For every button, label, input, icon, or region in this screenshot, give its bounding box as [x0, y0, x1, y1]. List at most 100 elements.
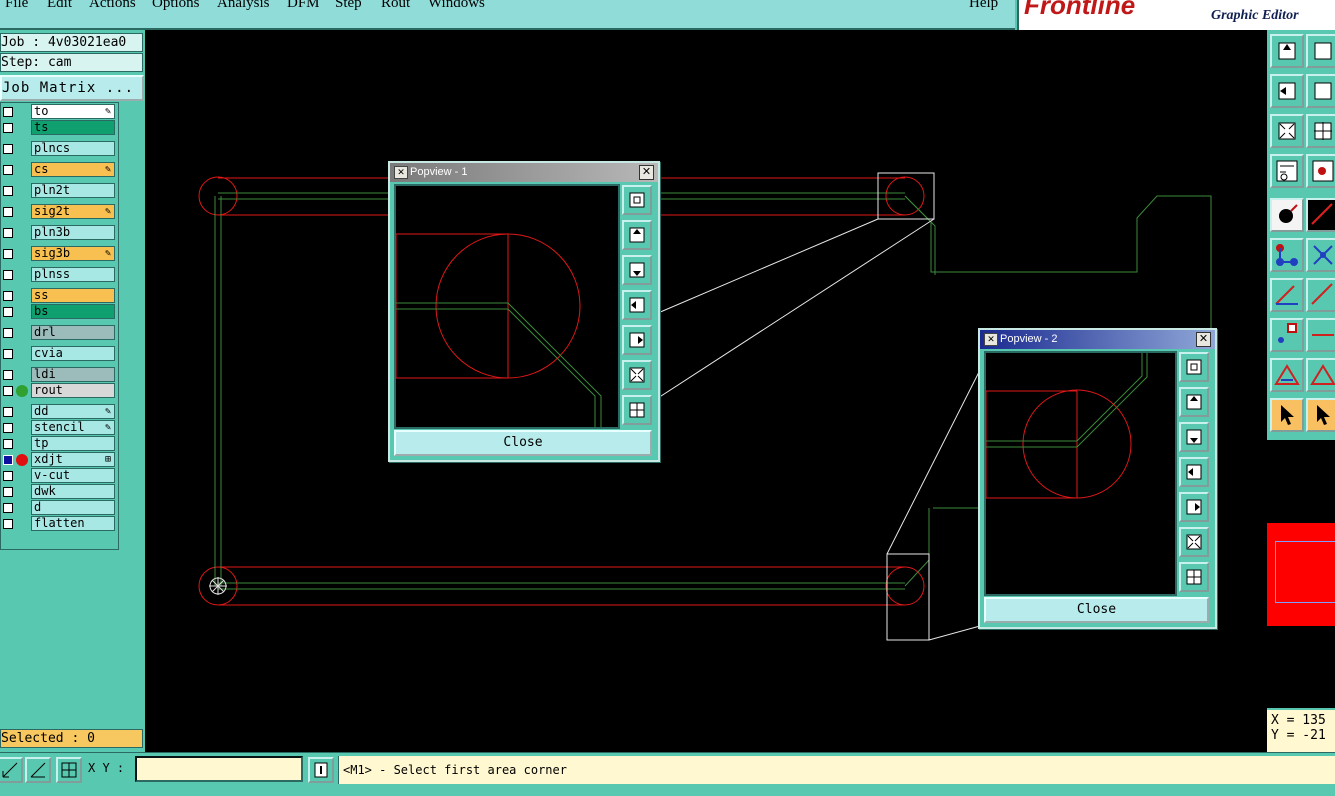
popview-1-titlebar[interactable]: ✕ Popview - 1 ✕ [390, 163, 658, 182]
window-menu-icon[interactable]: ✕ [984, 333, 998, 346]
layer-name[interactable]: d [31, 500, 115, 515]
zoom-out-icon[interactable] [622, 395, 652, 425]
menu-rout[interactable]: Rout [381, 0, 410, 12]
layer-name[interactable]: pln2t [31, 183, 115, 198]
layer-checkbox[interactable] [3, 186, 13, 196]
layer-name[interactable]: cs ✎ [31, 162, 115, 177]
pan-left-icon[interactable] [622, 290, 652, 320]
layer-name[interactable]: plnss [31, 267, 115, 282]
layer-checkbox[interactable] [3, 249, 13, 259]
layer-checkbox[interactable] [3, 144, 13, 154]
menu-analysis[interactable]: Analysis [217, 0, 270, 12]
pan-down-icon[interactable] [1179, 422, 1209, 452]
snap-icon[interactable] [0, 757, 23, 783]
popview-2-viewport[interactable] [984, 351, 1177, 596]
fit-view-icon[interactable] [1179, 352, 1209, 382]
layer-checkbox[interactable] [3, 291, 13, 301]
zoom-in-icon[interactable] [622, 360, 652, 390]
layer-checkbox[interactable] [3, 107, 13, 117]
layer-checkbox[interactable] [3, 455, 13, 465]
menu-file[interactable]: File [5, 0, 28, 12]
zoom-home-icon[interactable] [1306, 114, 1335, 148]
layer-name[interactable]: dd ✎ [31, 404, 115, 419]
add-pad-icon[interactable] [1270, 198, 1304, 232]
pan-right-icon[interactable] [1179, 492, 1209, 522]
layer-checkbox[interactable] [3, 407, 13, 417]
job-matrix-button[interactable]: Job Matrix ... [0, 75, 144, 101]
triangle-2-icon[interactable] [1306, 358, 1335, 392]
layer-row-drl[interactable]: drl [1, 325, 117, 340]
menu-help[interactable]: Help [969, 0, 998, 12]
angle-tool-2-icon[interactable] [1306, 278, 1335, 312]
layer-name[interactable]: pln3b [31, 225, 115, 240]
menu-edit[interactable]: Edit [47, 0, 72, 12]
pan-down-icon[interactable] [622, 255, 652, 285]
layer-name[interactable]: sig3b ✎ [31, 246, 115, 261]
pad-select-icon[interactable] [1270, 318, 1304, 352]
layer-checkbox[interactable] [3, 423, 13, 433]
layer-checkbox[interactable] [3, 328, 13, 338]
layer-row-v-cut[interactable]: v-cut [1, 468, 117, 483]
add-line-icon[interactable] [1306, 198, 1335, 232]
select-pointer-icon[interactable] [1270, 398, 1304, 432]
layer-row-to[interactable]: to ✎ [1, 104, 117, 119]
layer-row-plncs[interactable]: plncs [1, 141, 117, 156]
palette-icon[interactable] [1270, 154, 1304, 188]
popview-1-viewport[interactable] [394, 184, 620, 429]
layer-checkbox[interactable] [3, 386, 13, 396]
popview-1-close-icon[interactable]: ✕ [639, 165, 654, 180]
layer-name[interactable]: flatten [31, 516, 115, 531]
menu-options[interactable]: Options [152, 0, 200, 12]
layer-checkbox[interactable] [3, 439, 13, 449]
layer-row-d[interactable]: d [1, 500, 117, 515]
popview-2-close-button[interactable]: Close [984, 597, 1209, 623]
pan-left-icon[interactable] [1179, 457, 1209, 487]
move-down-icon[interactable] [1306, 34, 1335, 68]
layer-name[interactable]: ts [31, 120, 115, 135]
menu-dfm[interactable]: DFM [287, 0, 320, 12]
pan-up-icon[interactable] [1179, 387, 1209, 417]
cross-node-icon[interactable] [1306, 238, 1335, 272]
xy-input[interactable] [135, 756, 303, 782]
layer-row-dwk[interactable]: dwk [1, 484, 117, 499]
layer-checkbox[interactable] [3, 270, 13, 280]
layer-name[interactable]: ldi [31, 367, 115, 382]
layer-row-pln3b[interactable]: pln3b [1, 225, 117, 240]
connect-nodes-icon[interactable] [1270, 238, 1304, 272]
layer-name[interactable]: ss [31, 288, 115, 303]
layer-checkbox[interactable] [3, 471, 13, 481]
zoom-out-icon[interactable] [1179, 562, 1209, 592]
layer-checkbox[interactable] [3, 487, 13, 497]
layer-checkbox[interactable] [3, 503, 13, 513]
layer-row-sig3b[interactable]: sig3b ✎ [1, 246, 117, 261]
layer-name[interactable]: rout [31, 383, 115, 398]
zoom-fit-icon[interactable] [1270, 114, 1304, 148]
layer-name[interactable]: sig2t ✎ [31, 204, 115, 219]
layer-row-bs[interactable]: bs [1, 304, 117, 319]
layer-row-ss[interactable]: ss [1, 288, 117, 303]
layer-name[interactable]: to ✎ [31, 104, 115, 119]
layer-name[interactable]: bs [31, 304, 115, 319]
grid-icon[interactable] [56, 757, 82, 783]
layer-name[interactable]: v-cut [31, 468, 115, 483]
layer-checkbox[interactable] [3, 370, 13, 380]
move-right-icon[interactable] [1306, 74, 1335, 108]
layer-checkbox[interactable] [3, 207, 13, 217]
popview-1-close-button[interactable]: Close [394, 430, 652, 456]
layer-row-flatten[interactable]: flatten [1, 516, 117, 531]
layer-checkbox[interactable] [3, 123, 13, 133]
layer-row-ldi[interactable]: ldi [1, 367, 117, 382]
info-icon[interactable] [308, 757, 334, 783]
layer-name[interactable]: cvia [31, 346, 115, 361]
layer-name[interactable]: stencil ✎ [31, 420, 115, 435]
popview-2-titlebar[interactable]: ✕ Popview - 2 ✕ [980, 330, 1215, 349]
layer-row-sig2t[interactable]: sig2t ✎ [1, 204, 117, 219]
menu-step[interactable]: Step [335, 0, 362, 12]
layer-checkbox[interactable] [3, 165, 13, 175]
layer-row-rout[interactable]: rout [1, 383, 117, 398]
menu-actions[interactable]: Actions [89, 0, 136, 12]
line-select-icon[interactable] [1306, 318, 1335, 352]
select-pointer-2-icon[interactable] [1306, 398, 1335, 432]
layer-row-tp[interactable]: tp [1, 436, 117, 451]
zoom-in-icon[interactable] [1179, 527, 1209, 557]
